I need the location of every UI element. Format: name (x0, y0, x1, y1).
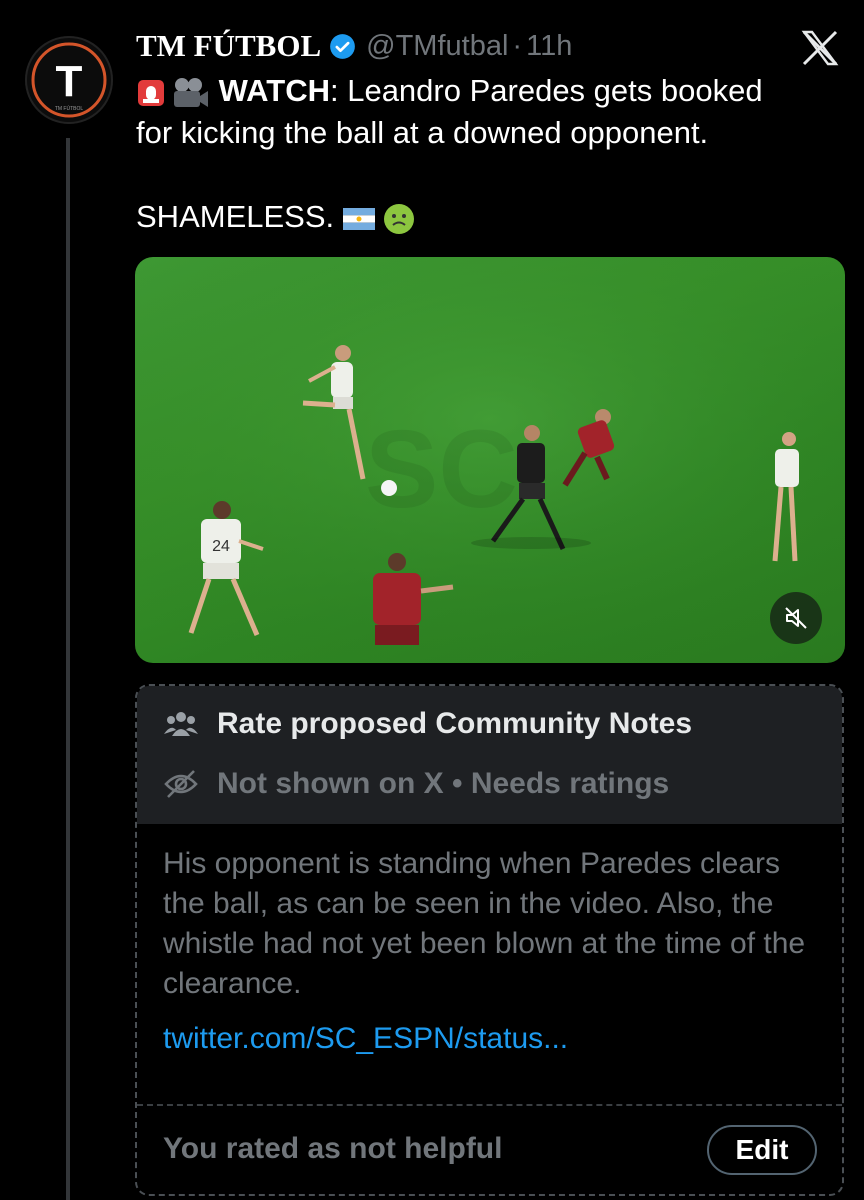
shameless-text: SHAMELESS. (136, 199, 335, 234)
note-status-row: Not shown on X • Needs ratings (163, 766, 669, 802)
avatar-caption: TM FÚTBOL (55, 105, 84, 112)
verified-badge-icon (330, 33, 356, 59)
shirt-number: 24 (212, 538, 230, 555)
author-avatar[interactable]: T TM FÚTBOL (25, 36, 113, 124)
rate-notes-title: Rate proposed Community Notes (217, 707, 693, 740)
nauseated-face-emoji (384, 203, 415, 234)
video-camera-emoji (174, 77, 208, 107)
mute-icon (785, 607, 807, 629)
eye-off-icon (164, 770, 198, 798)
author-name[interactable]: TM FÚTBOL (136, 28, 321, 64)
note-source-link[interactable]: twitter.com/SC_ESPN/status... (163, 1022, 568, 1056)
edit-rating-button[interactable]: Edit (707, 1125, 817, 1175)
note-status: Not shown on X • Needs ratings (217, 767, 670, 800)
rate-notes-row[interactable]: Rate proposed Community Notes (163, 706, 692, 742)
video-frame: SC 24 (135, 257, 845, 663)
tweet-line-2: for kicking the ball at a downed opponen… (136, 115, 709, 150)
rating-status: You rated as not helpful (163, 1132, 503, 1165)
tweet-line-1-text: : Leandro Paredes gets booked (329, 73, 763, 108)
thread-line (66, 138, 70, 1200)
tweet-text: WATCH: Leandro Paredes gets booked for k… (136, 70, 836, 238)
tweet-time[interactable]: 11h (526, 30, 572, 63)
note-body: His opponent is standing when Paredes cl… (163, 847, 806, 1000)
argentina-flag-emoji (342, 207, 375, 230)
watch-label: WATCH (218, 73, 330, 108)
community-note-header: Rate proposed Community Notes Not shown … (137, 686, 842, 824)
people-icon (164, 712, 198, 736)
time-separator: · (512, 29, 523, 62)
tm-logo-icon: T TM FÚTBOL (31, 42, 107, 118)
svg-text:T: T (56, 57, 83, 106)
tweet-header: TM FÚTBOL @TMfutbal · 11h (136, 26, 572, 66)
community-note-card: Rate proposed Community Notes Not shown … (135, 684, 844, 1196)
tweet-line-3: SHAMELESS. (136, 196, 836, 238)
author-handle[interactable]: @TMfutbal (366, 30, 508, 63)
note-divider (137, 1104, 842, 1106)
video-player[interactable]: SC 24 (135, 257, 845, 663)
ball (381, 480, 397, 496)
x-logo-icon (801, 30, 839, 66)
tweet-line-1: WATCH: Leandro Paredes gets booked (136, 70, 836, 112)
mute-button[interactable] (770, 592, 822, 644)
svg-text:SC: SC (365, 408, 518, 531)
siren-emoji (138, 79, 164, 106)
